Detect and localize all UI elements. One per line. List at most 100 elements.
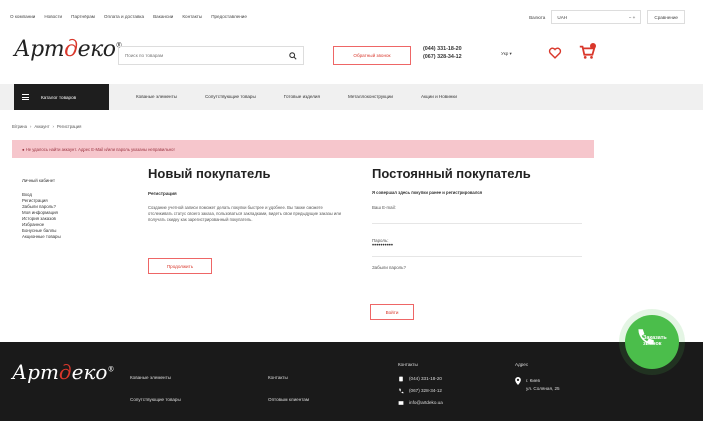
- qty-controls[interactable]: − +: [629, 15, 636, 20]
- top-nav-delivery[interactable]: Оплата и доставка: [104, 14, 144, 19]
- returning-customer-section: Постоянный покупатель Я совершал здесь п…: [372, 166, 582, 270]
- new-customer-section: Новый покупатель Регистрация Создание уч…: [148, 166, 348, 223]
- sidebar-item-promo[interactable]: Акционные товары: [22, 234, 61, 240]
- footer-logo-main: Арт: [12, 360, 59, 384]
- nav-items: Кованые элементы Сопутствующие товары Го…: [136, 94, 457, 99]
- currency-select[interactable]: UAH − +: [551, 10, 642, 24]
- password-field-wrap: [372, 243, 582, 257]
- footer-phone-row-1: (044) 331-18-20: [398, 373, 443, 385]
- compare-label: Сравнение: [654, 14, 678, 20]
- nav-item-sales[interactable]: Акции и Новинки: [421, 94, 457, 99]
- new-customer-title: Новый покупатель: [148, 166, 271, 181]
- logo-text-accent: д: [64, 37, 78, 62]
- location-pin-icon: [515, 377, 521, 385]
- footer-contacts-title: Контакты: [398, 362, 418, 367]
- callback-button[interactable]: Обратный звонок: [333, 46, 411, 65]
- mail-icon: [398, 401, 404, 405]
- footer-link-related[interactable]: Сопутствующие товары: [130, 389, 181, 411]
- footer-city: г. Киев: [526, 378, 540, 383]
- callback-label: Обратный звонок: [353, 53, 391, 58]
- top-bar: О компании Новости Партнёрам Оплата и до…: [0, 0, 703, 33]
- top-nav-offer[interactable]: Предоставление: [211, 14, 247, 19]
- nav-item-forged[interactable]: Кованые элементы: [136, 94, 177, 99]
- email-field-wrap: [372, 210, 582, 224]
- nav-item-metal[interactable]: Металлоконструкции: [348, 94, 393, 99]
- returning-customer-title: Постоянный покупатель: [372, 166, 531, 181]
- heart-icon[interactable]: [548, 46, 562, 60]
- footer-email-row: info@artdeko.ua: [398, 397, 443, 409]
- catalog-button[interactable]: Каталог товаров: [14, 84, 109, 110]
- footer-col-2: Контакты Оптовым клиентам: [268, 367, 309, 411]
- call-fab-button[interactable]: Заказать звонок: [619, 309, 685, 375]
- new-customer-subtitle: Регистрация: [148, 191, 177, 196]
- search-icon[interactable]: [289, 51, 297, 60]
- phone-2[interactable]: (067) 328-34-12: [423, 53, 462, 61]
- breadcrumb-current: Регистрация: [56, 124, 82, 129]
- menu-icon: [22, 94, 29, 100]
- footer: Артдеко® Кованые элементы Сопутствующие …: [0, 342, 703, 421]
- footer-link-wholesale[interactable]: Оптовым клиентам: [268, 389, 309, 411]
- footer-logo-trademark: ®: [107, 365, 115, 374]
- error-alert: ● Не удалось найти аккаунт. Адрес E-Mail…: [12, 140, 594, 158]
- footer-logo-tail: еко: [71, 360, 108, 384]
- top-nav-vacancies[interactable]: Вакансии: [153, 14, 173, 19]
- footer-contacts: Контакты (044) 331-18-20 (067) 328-34-12…: [398, 362, 443, 409]
- breadcrumb: Вітрина › Аккаунт › Регистрация: [12, 124, 81, 129]
- top-nav-contacts[interactable]: Контакты: [182, 14, 202, 19]
- footer-link-contacts[interactable]: Контакты: [268, 367, 309, 389]
- top-nav-partners[interactable]: Партнёрам: [71, 14, 95, 19]
- currency-value: UAH: [557, 14, 568, 20]
- breadcrumb-home[interactable]: Вітрина: [12, 124, 27, 129]
- footer-col-1: Кованые элементы Сопутствующие товары: [130, 367, 181, 411]
- top-nav: О компании Новости Партнёрам Оплата и до…: [10, 14, 247, 19]
- compare-button[interactable]: Сравнение: [647, 10, 685, 24]
- cart-badge: [590, 43, 596, 49]
- breadcrumb-sep: ›: [29, 124, 32, 129]
- footer-phone-row-2: (067) 328-34-12: [398, 385, 443, 397]
- phone-1[interactable]: (044) 331-18-20: [423, 45, 462, 53]
- footer-logo-accent: д: [58, 360, 72, 384]
- header-phones: (044) 331-18-20 (067) 328-34-12: [423, 45, 462, 61]
- footer-address: Адрес г. Киев ул. Соляная, 25: [515, 362, 560, 393]
- sidebar-title: Личный кабинет: [22, 178, 56, 183]
- returning-customer-subtitle: Я совершал здесь покупки ранее и регистр…: [372, 190, 483, 195]
- phone-icon: [399, 376, 403, 382]
- logo-text-main: Арт: [14, 37, 65, 62]
- top-nav-about[interactable]: О компании: [10, 14, 35, 19]
- continue-button[interactable]: Продолжить: [148, 258, 212, 274]
- phone-icon: [399, 388, 404, 394]
- footer-email[interactable]: info@artdeko.ua: [409, 397, 443, 409]
- alert-text: ● Не удалось найти аккаунт. Адрес E-Mail…: [22, 146, 175, 152]
- login-label: Войти: [385, 309, 399, 315]
- logo[interactable]: Артдеко®: [14, 37, 122, 62]
- language-select[interactable]: Укр ▾: [501, 51, 512, 57]
- forgot-password-link[interactable]: Забыли пароль?: [372, 265, 582, 270]
- top-nav-news[interactable]: Новости: [44, 14, 62, 19]
- footer-address-title: Адрес: [515, 362, 529, 367]
- footer-link-forged[interactable]: Кованые элементы: [130, 367, 181, 389]
- login-button[interactable]: Войти: [370, 304, 414, 320]
- call-fab-label: Заказать звонок: [643, 335, 667, 347]
- footer-address-row: г. Киев ул. Соляная, 25: [515, 377, 560, 393]
- search-input[interactable]: [125, 53, 275, 58]
- email-field[interactable]: [372, 210, 582, 216]
- nav-item-related[interactable]: Сопутствующие товары: [205, 94, 256, 99]
- search-box: [118, 46, 304, 65]
- catalog-label: Каталог товаров: [41, 94, 77, 100]
- nav-item-ready[interactable]: Готовые изделия: [284, 94, 320, 99]
- breadcrumb-account[interactable]: Аккаунт: [34, 124, 49, 129]
- password-field[interactable]: [372, 243, 582, 249]
- top-right-controls: Валюта UAH − + Сравнение: [529, 10, 685, 24]
- footer-logo[interactable]: Артдеко®: [12, 360, 114, 384]
- footer-street: ул. Соляная, 25: [526, 386, 560, 391]
- logo-text-tail: еко: [77, 37, 116, 62]
- new-customer-text: Создание учетной записи поможет делать п…: [148, 205, 341, 222]
- account-sidebar: Личный кабинет Вход Регистрация Забыли п…: [22, 178, 61, 240]
- continue-label: Продолжить: [166, 263, 194, 269]
- currency-label: Валюта: [529, 14, 546, 20]
- main-navbar: Каталог товаров Кованые элементы Сопутст…: [0, 84, 703, 110]
- footer-phone-2[interactable]: (067) 328-34-12: [409, 385, 442, 397]
- header: Артдеко® Обратный звонок (044) 331-18-20…: [0, 33, 703, 77]
- footer-phone-1[interactable]: (044) 331-18-20: [409, 373, 442, 385]
- breadcrumb-sep: ›: [52, 124, 54, 129]
